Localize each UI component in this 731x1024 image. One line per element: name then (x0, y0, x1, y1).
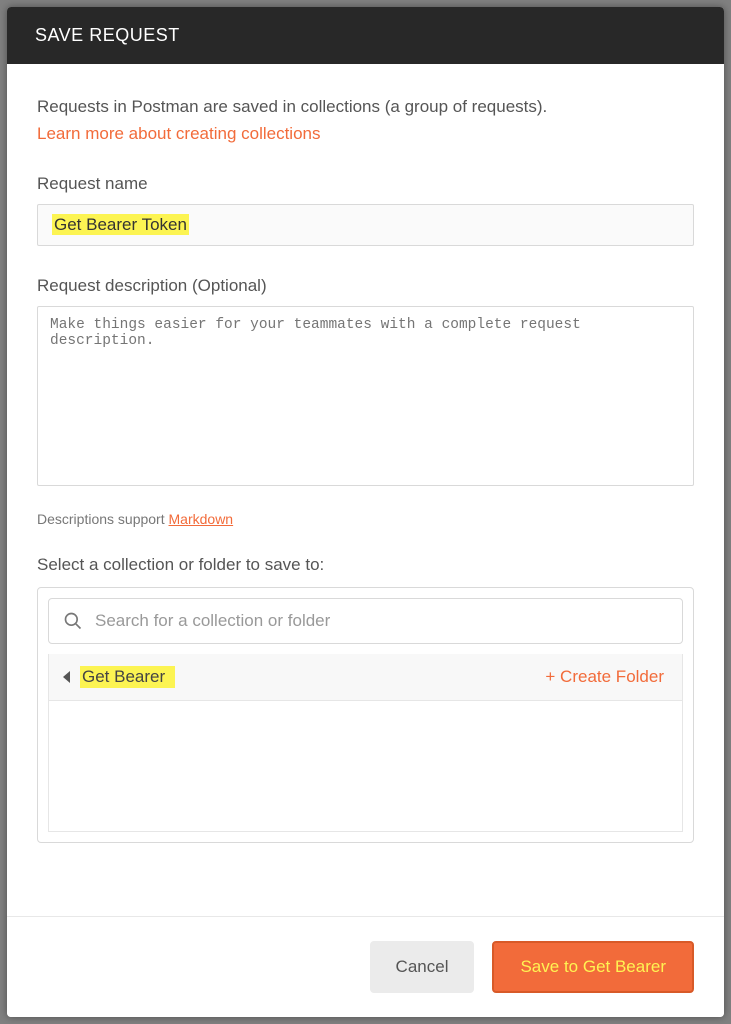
cancel-button[interactable]: Cancel (370, 941, 475, 993)
collection-search-row[interactable] (48, 598, 683, 644)
folder-contents-empty (48, 701, 683, 832)
request-name-input[interactable]: Get Bearer Token (37, 204, 694, 246)
description-note-prefix: Descriptions support (37, 511, 169, 527)
modal-footer: Cancel Save to Get Bearer (7, 916, 724, 1017)
intro-text: Requests in Postman are saved in collect… (37, 94, 694, 120)
modal-header: SAVE REQUEST (7, 7, 724, 64)
current-folder-name: Get Bearer (80, 666, 175, 688)
save-button[interactable]: Save to Get Bearer (492, 941, 694, 993)
request-name-label: Request name (37, 174, 694, 194)
caret-left-icon (63, 671, 70, 683)
save-button-label: Save to Get Bearer (520, 957, 666, 976)
request-name-value: Get Bearer Token (52, 214, 189, 235)
collection-selector: Get Bearer + Create Folder (37, 587, 694, 843)
description-note: Descriptions support Markdown (37, 511, 694, 527)
save-request-modal: SAVE REQUEST Requests in Postman are sav… (7, 7, 724, 1017)
current-folder-row[interactable]: Get Bearer + Create Folder (48, 654, 683, 701)
create-folder-button[interactable]: + Create Folder (545, 667, 664, 687)
learn-more-link[interactable]: Learn more about creating collections (37, 124, 321, 143)
modal-body: Requests in Postman are saved in collect… (7, 64, 724, 916)
request-description-textarea[interactable] (37, 306, 694, 486)
collection-search-input[interactable] (95, 611, 668, 631)
request-description-label: Request description (Optional) (37, 276, 694, 296)
markdown-link[interactable]: Markdown (169, 511, 234, 527)
select-collection-label: Select a collection or folder to save to… (37, 555, 694, 575)
search-icon (63, 611, 83, 631)
modal-title: SAVE REQUEST (35, 25, 180, 45)
